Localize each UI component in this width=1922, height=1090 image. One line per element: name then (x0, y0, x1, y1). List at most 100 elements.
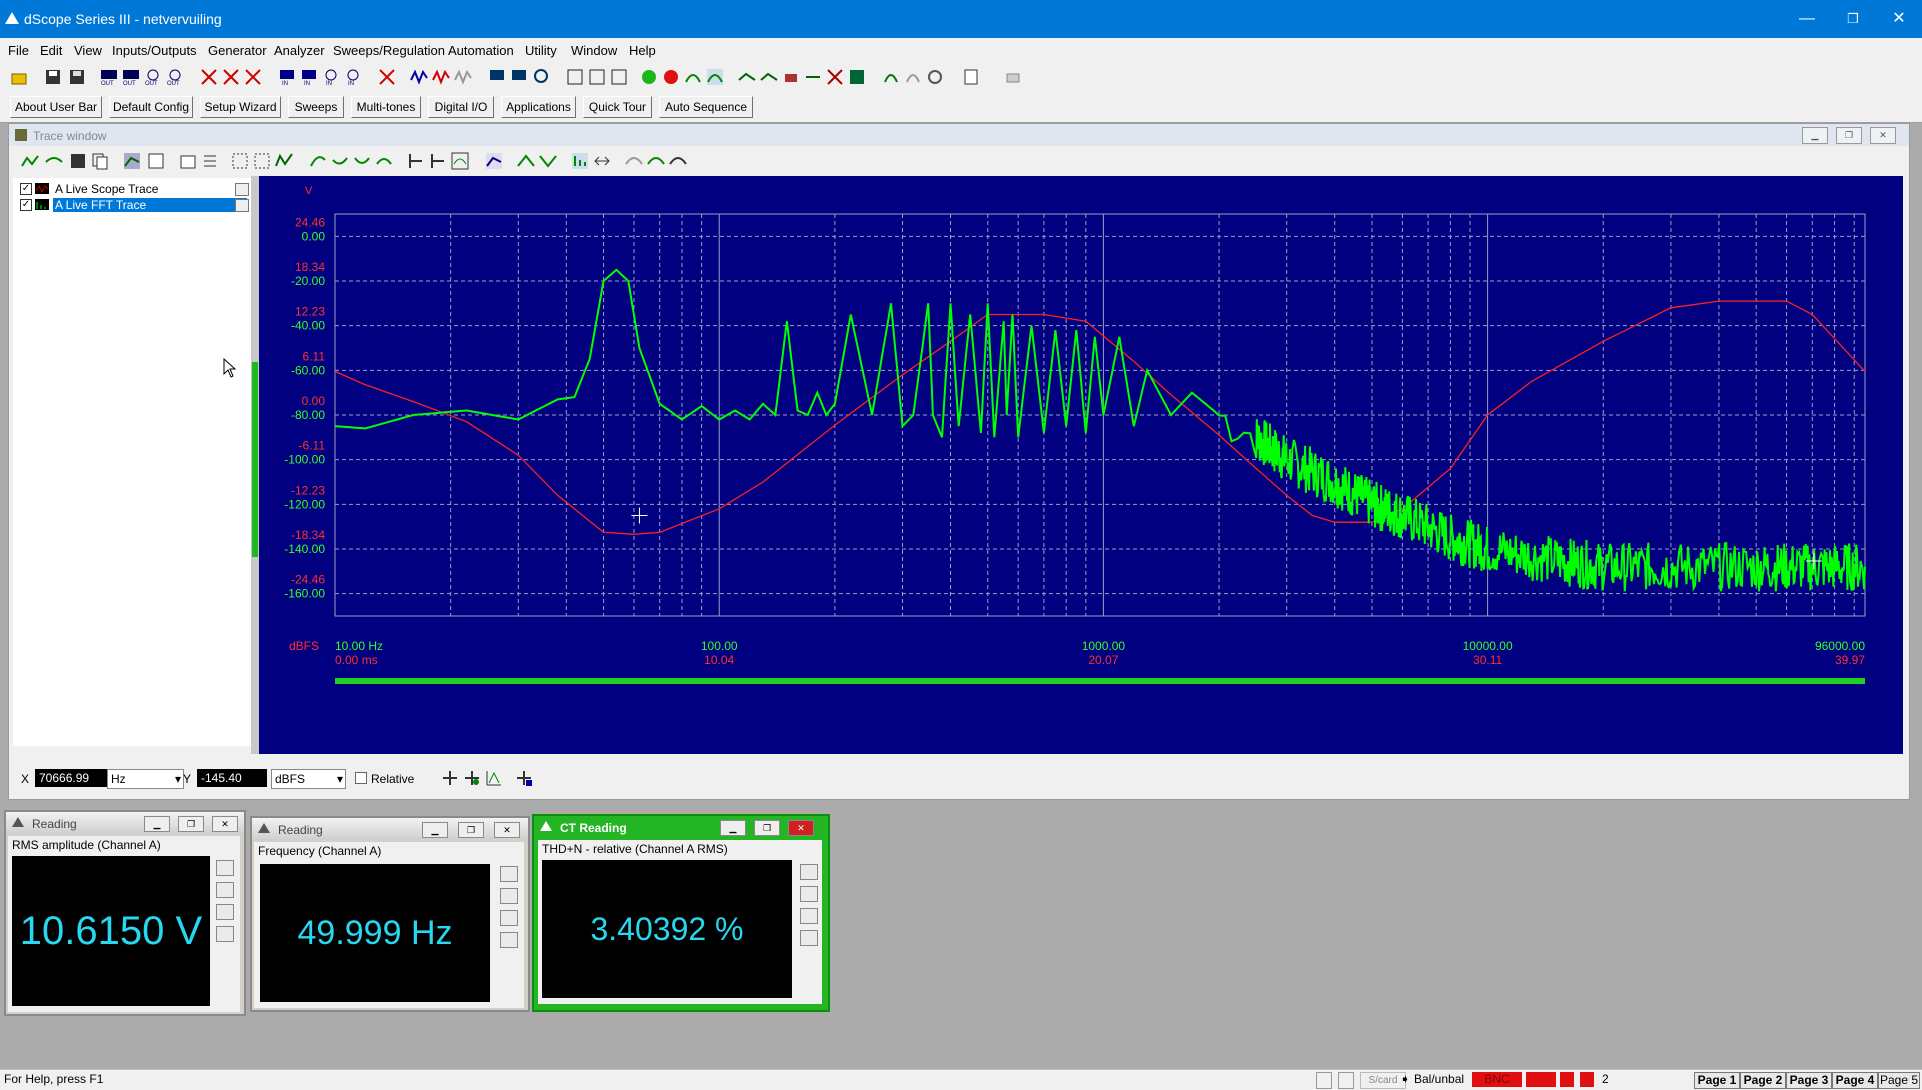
sweep-icon[interactable] (684, 68, 702, 86)
trace-list-icon[interactable] (201, 152, 219, 170)
reading-settings-icon[interactable] (800, 908, 818, 924)
save-all-icon[interactable] (68, 68, 86, 86)
trace-fft-settings-icon[interactable] (235, 199, 249, 212)
remove-trace-icon[interactable] (45, 152, 63, 170)
output-off-a-icon[interactable] (200, 68, 218, 86)
trace-item-live-scope[interactable]: ✓ A Live Scope Trace (13, 181, 251, 197)
fft-in-icon[interactable] (488, 68, 506, 86)
input-off-icon[interactable] (378, 68, 396, 86)
trace-close-button[interactable]: ✕ (1870, 127, 1896, 144)
menu-window[interactable]: Window (571, 43, 617, 58)
peak-icon[interactable] (517, 152, 535, 170)
smooth-a-icon[interactable] (625, 152, 643, 170)
y-unit-select[interactable]: dBFS ▾ (271, 769, 346, 789)
arrows-icon[interactable] (593, 152, 611, 170)
export-icon[interactable] (485, 152, 503, 170)
trigger-b-icon[interactable] (588, 68, 606, 86)
trace-item-live-fft[interactable]: ✓ A Live FFT Trace (13, 197, 251, 213)
about-user-bar-button[interactable]: About User Bar (10, 96, 102, 118)
reading-resize-icon[interactable] (800, 930, 818, 946)
generator-out-a-icon[interactable]: OUT (100, 68, 118, 86)
smooth-b-icon[interactable] (647, 152, 665, 170)
scope-hold-icon[interactable] (454, 68, 472, 86)
print-icon[interactable] (1004, 68, 1022, 86)
trace-restore-button[interactable]: ❐ (1836, 127, 1862, 144)
reading-resize-icon[interactable] (216, 926, 234, 942)
applications-button[interactable]: Applications (501, 96, 576, 118)
reading-resize-icon[interactable] (500, 932, 518, 948)
auto-sequence-button[interactable]: Auto Sequence (659, 96, 753, 118)
splitter[interactable] (251, 176, 259, 754)
menu-utility[interactable]: Utility (525, 43, 557, 58)
cursor-d-icon[interactable] (375, 152, 393, 170)
automation-b-icon[interactable] (904, 68, 922, 86)
x-unit-select[interactable]: Hz ▾ (107, 769, 184, 789)
cursor-c-icon[interactable] (353, 152, 371, 170)
scope-off-icon[interactable] (432, 68, 450, 86)
page-2-tab[interactable]: Page 2 (1740, 1072, 1786, 1089)
open-icon[interactable] (10, 68, 28, 86)
menu-sweeps-regulation[interactable]: Sweeps/Regulation (333, 43, 445, 58)
fft-plot[interactable]: VdBFS 0.00 24.46 -20.00 18.34 -40.00 12.23 -60.… (259, 176, 1903, 754)
trigger-c-icon[interactable] (610, 68, 628, 86)
analyzer-in-d-icon[interactable]: IN (344, 68, 362, 86)
reading-minimize-button[interactable]: ▁ (422, 822, 448, 838)
smooth-c-icon[interactable] (669, 152, 687, 170)
script-icon[interactable] (962, 68, 980, 86)
trigger-a-icon[interactable] (566, 68, 584, 86)
reading-restore-button[interactable]: ❐ (178, 816, 204, 832)
output-off-c-icon[interactable] (244, 68, 262, 86)
fft-in-c-icon[interactable] (532, 68, 550, 86)
reading-format-icon[interactable] (216, 860, 234, 876)
graph-settings-icon[interactable] (123, 152, 141, 170)
page-5-tab[interactable]: Page 5 (1878, 1072, 1920, 1089)
generator-out-c-icon[interactable]: OUT (144, 68, 162, 86)
marker-b-icon[interactable] (429, 152, 447, 170)
maximize-button[interactable]: ❐ (1830, 0, 1876, 38)
regulation-c-icon[interactable] (782, 68, 800, 86)
generator-out-d-icon[interactable]: OUT (166, 68, 184, 86)
spectrum-icon[interactable] (848, 68, 866, 86)
menu-file[interactable]: File (8, 43, 29, 58)
x-value-field[interactable]: 70666.99 (35, 769, 107, 787)
reading-limits-icon[interactable] (500, 888, 518, 904)
reading-minimize-button[interactable]: ▁ (720, 820, 746, 836)
reading-restore-button[interactable]: ❐ (458, 822, 484, 838)
cursor-track-icon[interactable] (515, 769, 533, 787)
fft-in-b-icon[interactable] (510, 68, 528, 86)
default-config-button[interactable]: Default Config (109, 96, 193, 118)
analyzer-in-a-icon[interactable]: IN (278, 68, 296, 86)
menu-help[interactable]: Help (629, 43, 656, 58)
harmonics-icon[interactable] (571, 152, 589, 170)
marker-c-icon[interactable] (451, 152, 469, 170)
page-4-tab[interactable]: Page 4 (1832, 1072, 1878, 1089)
sweeps-button[interactable]: Sweeps (288, 96, 344, 118)
automation-c-icon[interactable] (926, 68, 944, 86)
save-trace-icon[interactable] (69, 152, 87, 170)
reading-settings-icon[interactable] (500, 910, 518, 926)
graph-style-icon[interactable] (147, 152, 165, 170)
regulation-e-icon[interactable] (826, 68, 844, 86)
cursor-b-icon[interactable] (331, 152, 349, 170)
setup-wizard-button[interactable]: Setup Wizard (200, 96, 281, 118)
reading-limits-icon[interactable] (800, 886, 818, 902)
reading-format-icon[interactable] (500, 866, 518, 882)
page-1-tab[interactable]: Page 1 (1694, 1072, 1740, 1089)
plot-svg[interactable]: VdBFS0.0024.46-20.0018.34-40.0012.23-60.… (259, 176, 1903, 754)
trace-fft-checkbox[interactable]: ✓ (20, 199, 32, 211)
cursor-a-icon[interactable] (309, 152, 327, 170)
trace-minimize-button[interactable]: ▁ (1802, 127, 1828, 144)
regulation-b-icon[interactable] (760, 68, 778, 86)
marker-a-icon[interactable] (407, 152, 425, 170)
cursor-move-b-icon[interactable] (463, 769, 481, 787)
menu-inputs-outputs[interactable]: Inputs/Outputs (112, 43, 197, 58)
menu-automation[interactable]: Automation (448, 43, 514, 58)
copy-trace-icon[interactable] (91, 152, 109, 170)
generator-out-b-icon[interactable]: OUT (122, 68, 140, 86)
minimize-button[interactable]: — (1784, 0, 1830, 38)
reading-limits-icon[interactable] (216, 882, 234, 898)
automation-a-icon[interactable] (882, 68, 900, 86)
y-value-field[interactable]: -145.40 (197, 769, 267, 787)
autoscale-icon[interactable] (275, 152, 293, 170)
save-icon[interactable] (44, 68, 62, 86)
